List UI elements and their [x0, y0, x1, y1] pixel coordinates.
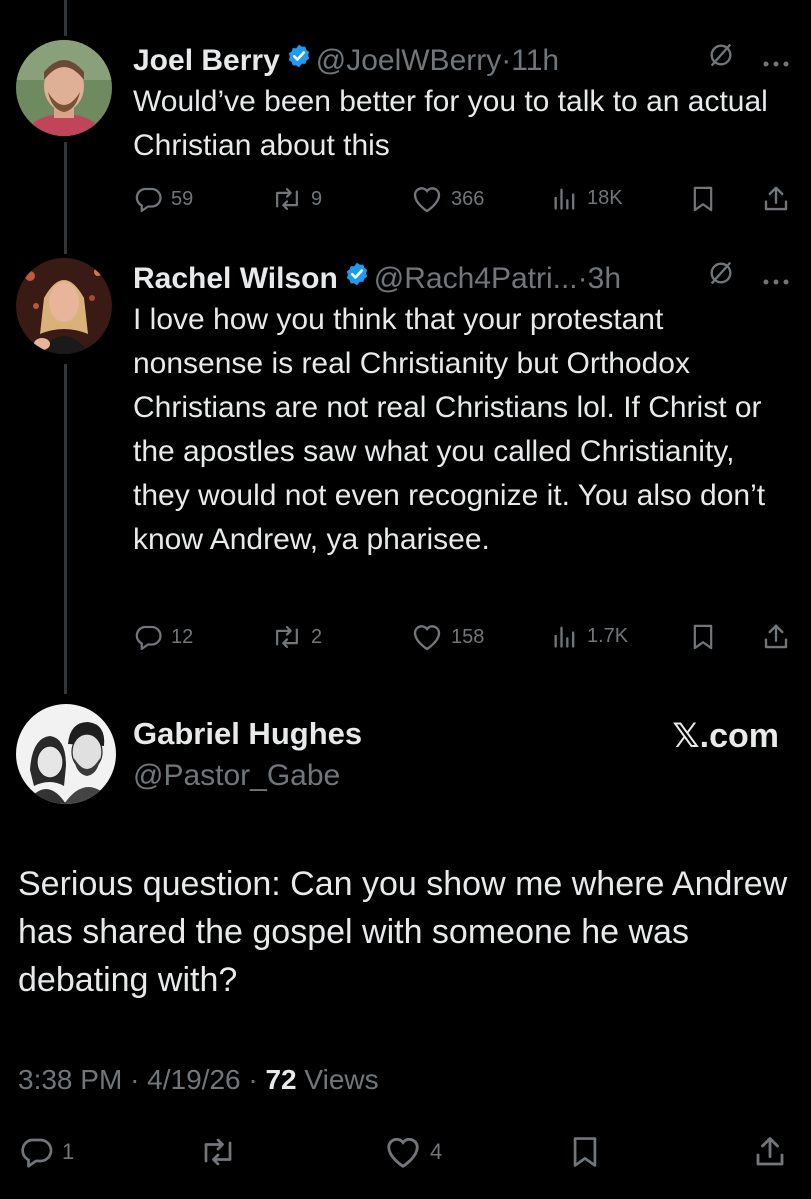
- repost-count: 9: [311, 187, 323, 210]
- views-count: 72: [265, 1064, 297, 1095]
- views-count: 18K: [587, 186, 623, 209]
- reply-count: 59: [171, 187, 194, 210]
- author-handle[interactable]: @Pastor_Gabe: [133, 756, 362, 796]
- verified-badge-icon: [286, 40, 312, 80]
- bookmark-icon: [568, 1134, 602, 1170]
- views-label: Views: [304, 1064, 379, 1095]
- like-count: 158: [451, 625, 485, 648]
- tweet-text: I love how you think that your protestan…: [133, 303, 766, 556]
- separator-dot: ·: [130, 1064, 140, 1095]
- analytics-icon: [551, 184, 579, 212]
- post-time[interactable]: 3:38 PM: [18, 1064, 122, 1095]
- avatar[interactable]: [16, 258, 112, 354]
- heart-icon: [411, 622, 443, 652]
- like-button[interactable]: 4: [384, 1134, 442, 1170]
- reply-icon: [18, 1134, 54, 1170]
- separator-dot: ·: [501, 43, 512, 77]
- reply-button[interactable]: 1: [18, 1134, 74, 1170]
- x-logo-watermark: 𝕏.com: [672, 717, 779, 755]
- reply-tweet-1[interactable]: Joel Berry @JoelWBerry·11h Would’ve been …: [0, 40, 811, 230]
- repost-icon: [271, 184, 303, 214]
- repost-count: 2: [311, 625, 323, 648]
- share-button[interactable]: [752, 1134, 788, 1170]
- repost-icon: [271, 622, 303, 652]
- share-button[interactable]: [761, 184, 791, 214]
- action-bar: 1 4: [18, 1134, 791, 1174]
- separator-dot: ·: [248, 1064, 258, 1095]
- avatar[interactable]: [16, 704, 116, 804]
- tweet-header: Joel Berry @JoelWBerry·11h: [133, 40, 791, 80]
- reply-count: 12: [171, 625, 194, 648]
- action-bar: 59 9 366 18K: [133, 184, 791, 220]
- tweet-header: Rachel Wilson @Rach4Patri...·3h: [133, 258, 791, 298]
- bookmark-button[interactable]: [689, 622, 717, 652]
- like-button[interactable]: 366: [411, 184, 484, 214]
- reply-icon: [133, 184, 163, 214]
- reply-icon: [133, 622, 163, 652]
- tweet-text: Would’ve been better for you to talk to …: [133, 85, 768, 162]
- share-icon: [752, 1134, 788, 1170]
- heart-icon: [384, 1134, 422, 1170]
- avatar[interactable]: [16, 40, 112, 136]
- action-bar: 12 2 158 1.7K: [133, 622, 791, 658]
- analytics-icon: [551, 622, 579, 650]
- author-name[interactable]: Joel Berry: [133, 44, 280, 77]
- bookmark-button[interactable]: [689, 184, 717, 214]
- more-options-icon[interactable]: [761, 40, 791, 80]
- separator-dot: ·: [577, 261, 588, 295]
- repost-button[interactable]: 9: [271, 184, 322, 214]
- reply-button[interactable]: 12: [133, 622, 193, 652]
- post-date[interactable]: 4/19/26: [147, 1064, 240, 1095]
- verified-badge-icon: [344, 258, 370, 298]
- reply-button[interactable]: 59: [133, 184, 193, 214]
- share-icon: [761, 184, 791, 214]
- repost-button[interactable]: [198, 1134, 238, 1170]
- reply-count: 1: [62, 1139, 75, 1164]
- repost-button[interactable]: 2: [271, 622, 322, 652]
- timestamp[interactable]: 3h: [588, 262, 621, 295]
- author-name[interactable]: Rachel Wilson: [133, 262, 338, 295]
- like-count: 4: [430, 1139, 443, 1164]
- grok-icon[interactable]: [707, 40, 735, 80]
- share-icon: [761, 622, 791, 652]
- author-name[interactable]: Gabriel Hughes: [133, 714, 362, 754]
- views-count: 1.7K: [587, 624, 629, 647]
- like-button[interactable]: 158: [411, 622, 484, 652]
- views-button[interactable]: 18K: [551, 184, 623, 212]
- bookmark-icon: [689, 622, 717, 652]
- repost-icon: [198, 1134, 238, 1170]
- views-button[interactable]: 1.7K: [551, 622, 628, 650]
- author-handle[interactable]: @JoelWBerry: [316, 44, 501, 77]
- heart-icon: [411, 184, 443, 214]
- timestamp[interactable]: 11h: [511, 44, 559, 77]
- share-button[interactable]: [761, 622, 791, 652]
- thread-line-top: [64, 0, 67, 36]
- bookmark-icon: [689, 184, 717, 214]
- author-handle[interactable]: @Rach4Patri...: [374, 262, 578, 295]
- main-tweet: Gabriel Hughes @Pastor_Gabe 𝕏.com Seriou…: [0, 700, 811, 1199]
- like-count: 366: [451, 187, 485, 210]
- reply-tweet-2[interactable]: Rachel Wilson @Rach4Patri...·3h I love ho…: [0, 258, 811, 668]
- tweet-text: Serious question: Can you show me where …: [18, 865, 788, 999]
- more-options-icon[interactable]: [761, 258, 791, 298]
- bookmark-button[interactable]: [568, 1134, 602, 1170]
- tweet-meta: 3:38 PM · 4/19/26 · 72 Views: [18, 1064, 379, 1096]
- grok-icon[interactable]: [707, 258, 735, 298]
